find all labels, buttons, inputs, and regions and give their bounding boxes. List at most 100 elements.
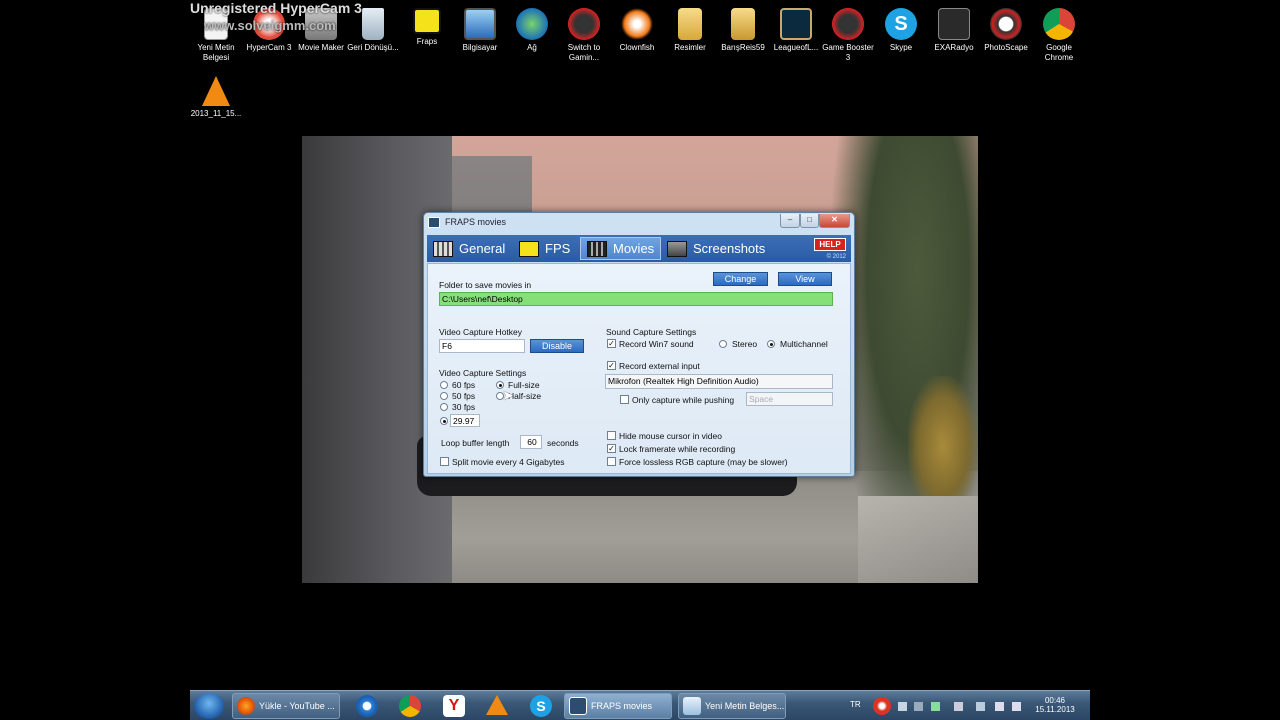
push-key-field[interactable]: Space [746,392,833,406]
record-external-checkbox[interactable]: ✓ [607,361,616,370]
taskbar-button-firefox[interactable]: Yükle - YouTube ... [232,693,340,719]
hide-mouse-checkbox[interactable] [607,431,616,440]
fraps-titlebar[interactable]: FRAPS movies – □ ✕ [424,213,854,233]
start-button[interactable] [194,693,224,719]
desktop-icon-vlc-video[interactable]: 2013_11_15... [190,72,242,119]
desktop-icon-network[interactable]: Ağ [506,4,558,53]
view-folder-button[interactable]: View [778,272,832,286]
label-multichannel: Multichannel [780,339,828,349]
internet-explorer-icon[interactable] [356,695,378,717]
desktop-icon-clownfish[interactable]: Clownfish [611,4,663,53]
clock[interactable]: 00:46 15.11.2013 [1030,696,1080,714]
radio-60fps[interactable] [440,381,448,389]
change-folder-button[interactable]: Change [713,272,768,286]
only-capture-label: Only capture while pushing [632,395,735,405]
desktop-icon-barisreis[interactable]: BarışReis59 [717,4,769,53]
tab-general[interactable]: General [433,237,505,260]
taskbar-button-notepad[interactable]: Yeni Metin Belges... [678,693,786,719]
chrome-icon[interactable] [399,695,421,717]
camera-icon [667,240,687,257]
desktop-icon-game-booster[interactable]: Game Booster 3 [822,4,874,63]
wallpaper-bush [908,376,978,516]
fps-icon [519,240,539,257]
taskbar-notepad-label: Yeni Metin Belges... [705,701,785,711]
hide-mouse-label: Hide mouse cursor in video [619,431,722,441]
minimize-button[interactable]: – [780,214,800,228]
radio-30fps[interactable] [440,403,448,411]
label-30fps: 30 fps [452,402,476,412]
disable-hotkey-button[interactable]: Disable [530,339,584,353]
radio-multichannel[interactable] [767,340,775,348]
desktop-icon-skype[interactable]: S Skype [875,4,927,53]
tray-app-icon[interactable] [931,702,940,711]
folder-icon [678,8,702,40]
loop-buffer-unit: seconds [547,438,579,448]
folder-path-field[interactable]: C:\Users\nef\Desktop [439,292,833,306]
record-external-label: Record external input [619,361,700,371]
copyright-text: © 2012 [826,254,846,260]
close-button[interactable]: ✕ [819,214,850,228]
lock-framerate-checkbox[interactable]: ✓ [607,444,616,453]
language-indicator[interactable]: TR [850,700,861,709]
force-lossless-checkbox[interactable] [607,457,616,466]
desktop-icon-switch-gaming[interactable]: Switch to Gamin... [558,4,610,63]
custom-fps-field[interactable]: 29.97 [450,414,480,427]
network-tray-icon[interactable] [976,702,985,711]
desktop-icon-computer[interactable]: Bilgisayar [454,4,506,53]
yandex-icon[interactable]: Y [443,695,465,717]
volume-icon[interactable] [995,702,1004,711]
photoscape-icon [990,8,1022,40]
tab-screenshots-label: Screenshots [693,241,766,256]
hotkey-field[interactable]: F6 [439,339,525,353]
tab-movies-label: Movies [613,241,655,256]
show-hidden-icons[interactable] [954,702,963,711]
sound-settings-label: Sound Capture Settings [606,327,697,337]
recycle-bin-icon [362,8,384,40]
film-icon [587,240,607,257]
mic-device-dropdown[interactable]: Mikrofon (Realtek High Definition Audio) [605,374,833,389]
desktop-icon-photoscape[interactable]: PhotoScape [980,4,1032,53]
desktop-icon-exaradyo[interactable]: EXARadyo [928,4,980,53]
stop-icon[interactable] [898,702,907,711]
radio-50fps[interactable] [440,392,448,400]
record-win7-checkbox[interactable]: ✓ [607,339,616,348]
taskbar-fraps-label: FRAPS movies [591,701,653,711]
action-center-icon[interactable] [1012,702,1021,711]
maximize-button[interactable]: □ [800,214,819,228]
desktop-icon-league[interactable]: LeagueofL... [770,4,822,53]
camera-tray-icon[interactable] [914,702,923,711]
tab-fps[interactable]: FPS [519,237,570,260]
radio-stereo[interactable] [719,340,727,348]
desktop-icon-chrome[interactable]: Google Chrome [1033,4,1085,63]
notepad-icon [683,697,701,715]
lock-framerate-label: Lock framerate while recording [619,444,736,454]
watermark-line2: www.solveigmm.com [204,18,336,33]
loop-buffer-field[interactable]: 60 [520,435,542,449]
vlc-icon[interactable] [486,695,508,715]
league-of-legends-icon [780,8,812,40]
clock-date: 15.11.2013 [1035,705,1075,714]
chrome-icon [1043,8,1075,40]
tab-screenshots[interactable]: Screenshots [667,237,765,260]
fraps-icon [569,697,587,715]
taskbar-firefox-label: Yükle - YouTube ... [259,701,335,711]
fraps-tabbar: General FPS Movies Screenshots HELP © 20… [427,235,851,262]
only-capture-checkbox[interactable] [620,395,629,404]
recording-icon[interactable] [873,697,891,715]
help-button[interactable]: HELP [814,238,846,251]
fraps-icon [413,8,441,34]
fraps-window-title: FRAPS movies [445,217,507,227]
network-icon [516,8,548,40]
desktop-icon-fraps[interactable]: Fraps [401,4,453,47]
desktop-icon-resimler[interactable]: Resimler [664,4,716,53]
tab-movies[interactable]: Movies [580,237,662,260]
radio-custom-fps[interactable] [440,417,448,425]
computer-icon [464,8,496,40]
skype-icon[interactable]: S [530,695,552,717]
taskbar: Yükle - YouTube ... Y S FRAPS movies Yen… [190,690,1090,720]
tab-general-label: General [459,241,506,256]
tab-fps-label: FPS [545,241,571,256]
split-movie-checkbox[interactable] [440,457,449,466]
split-movie-label: Split movie every 4 Gigabytes [452,457,565,467]
taskbar-button-fraps[interactable]: FRAPS movies [564,693,672,719]
